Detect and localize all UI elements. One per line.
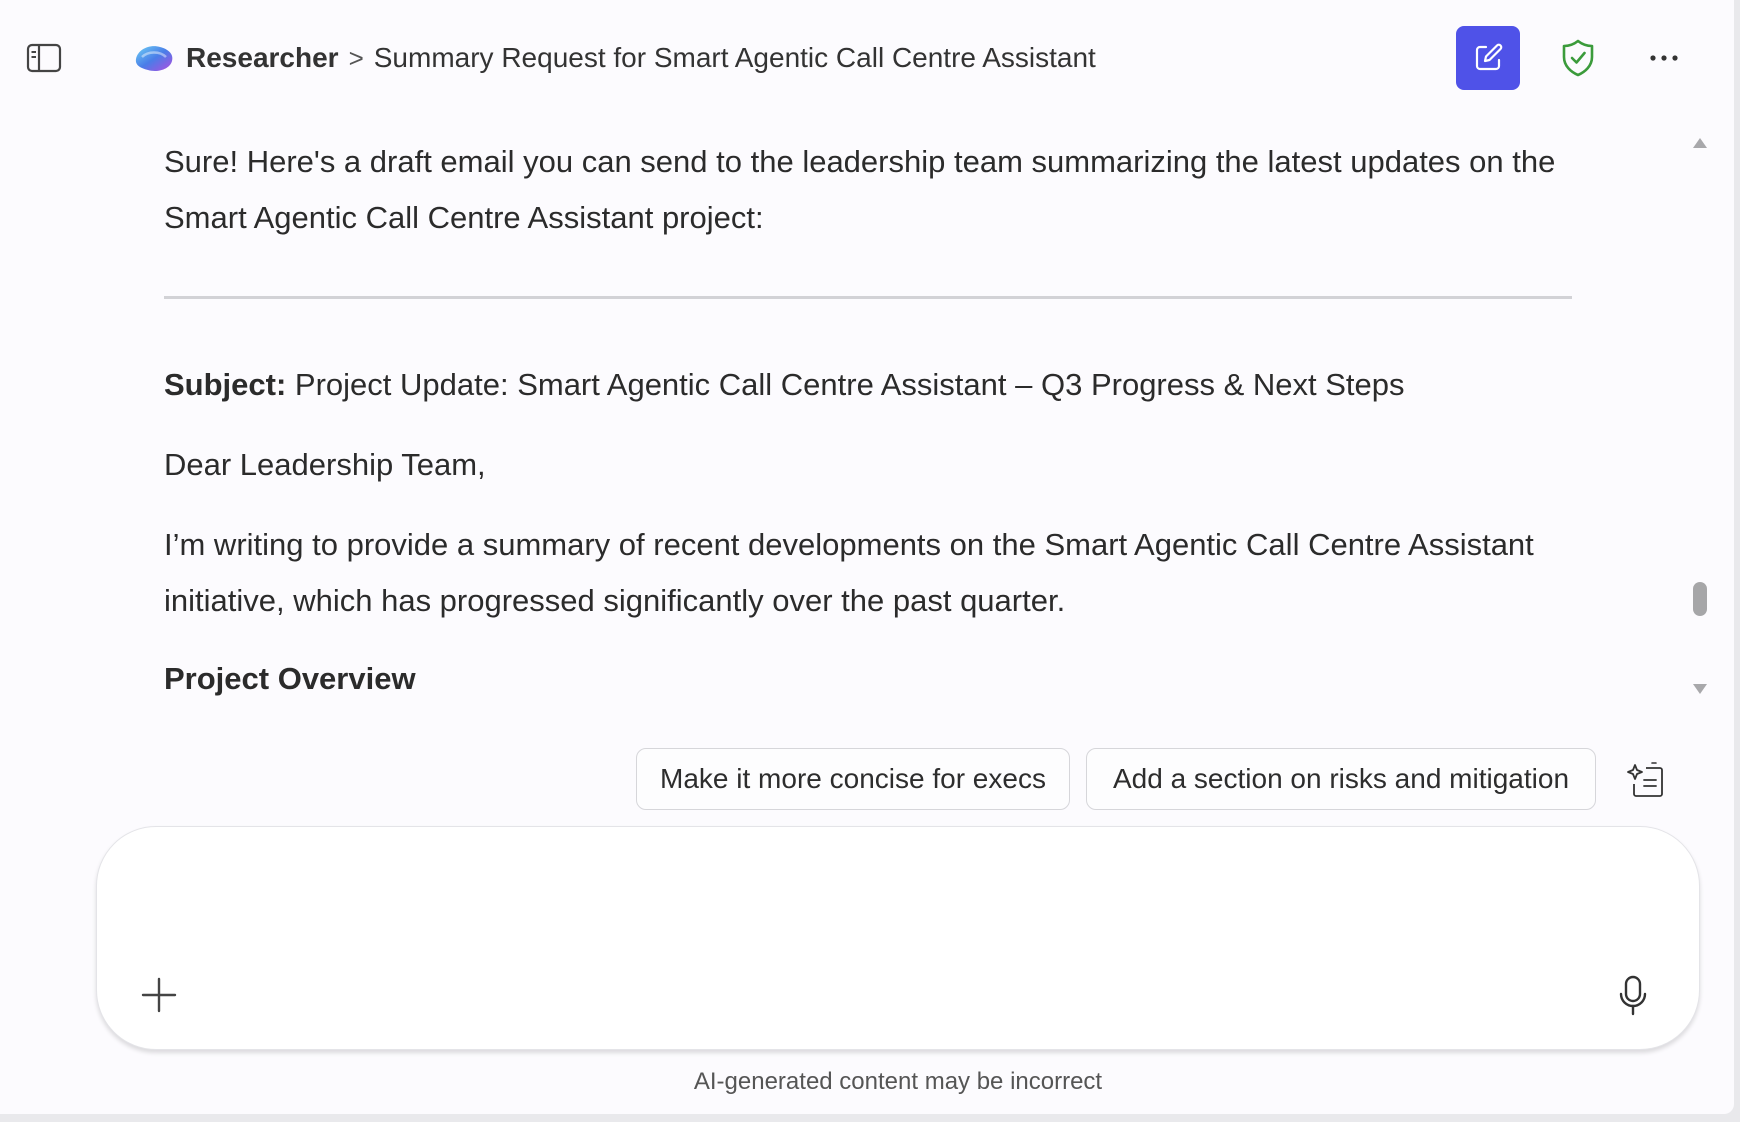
breadcrumb: Researcher > Summary Request for Smart A… — [132, 38, 1096, 78]
email-greeting: Dear Leadership Team, — [164, 447, 486, 482]
more-options-button[interactable] — [1640, 34, 1688, 82]
plus-icon — [141, 977, 177, 1013]
scroll-thumb[interactable] — [1693, 582, 1707, 616]
section-heading: Project Overview — [164, 661, 416, 696]
subject-text: Project Update: Smart Agentic Call Centr… — [286, 367, 1405, 402]
email-body: I’m writing to provide a summary of rece… — [164, 527, 1534, 618]
divider — [164, 296, 1572, 299]
breadcrumb-separator-icon: > — [348, 42, 364, 73]
app-window: Researcher > Summary Request for Smart A… — [0, 0, 1734, 1114]
more-options-icon — [1650, 55, 1678, 61]
prompt-gallery-button[interactable] — [1624, 758, 1668, 802]
message-input[interactable] — [137, 857, 1637, 947]
new-chat-button[interactable] — [1456, 26, 1520, 90]
suggestion-chip[interactable]: Add a section on risks and mitigation — [1086, 748, 1596, 810]
response-content: Sure! Here's a draft email you can send … — [164, 128, 1584, 728]
sparkle-list-icon — [1627, 762, 1663, 797]
add-attachment-button[interactable] — [137, 973, 181, 1017]
voice-input-button[interactable] — [1611, 971, 1655, 1021]
subject-label: Subject: — [164, 367, 287, 402]
ai-disclaimer: AI-generated content may be incorrect — [693, 1068, 1103, 1095]
researcher-logo — [132, 40, 176, 76]
suggestion-chip[interactable]: Make it more concise for execs — [636, 748, 1070, 810]
shield-check-icon — [1562, 39, 1594, 77]
scroll-down-arrow-icon[interactable] — [1692, 682, 1708, 696]
response-intro: Sure! Here's a draft email you can send … — [164, 144, 1556, 235]
email-subject: Subject: Project Update: Smart Agentic C… — [164, 357, 1584, 413]
breadcrumb-root[interactable]: Researcher — [186, 42, 339, 74]
sidebar-toggle-button[interactable] — [22, 38, 66, 78]
microphone-icon — [1619, 975, 1647, 1016]
scroll-up-arrow-icon[interactable] — [1692, 136, 1708, 150]
protection-status-button[interactable] — [1554, 34, 1602, 82]
breadcrumb-current: Summary Request for Smart Agentic Call C… — [373, 42, 1096, 73]
new-chat-icon — [1475, 43, 1503, 71]
sidebar-toggle-icon — [26, 43, 62, 73]
scrollbar[interactable] — [1690, 130, 1710, 710]
message-composer — [96, 826, 1700, 1050]
header: Researcher > Summary Request for Smart A… — [0, 0, 1734, 118]
